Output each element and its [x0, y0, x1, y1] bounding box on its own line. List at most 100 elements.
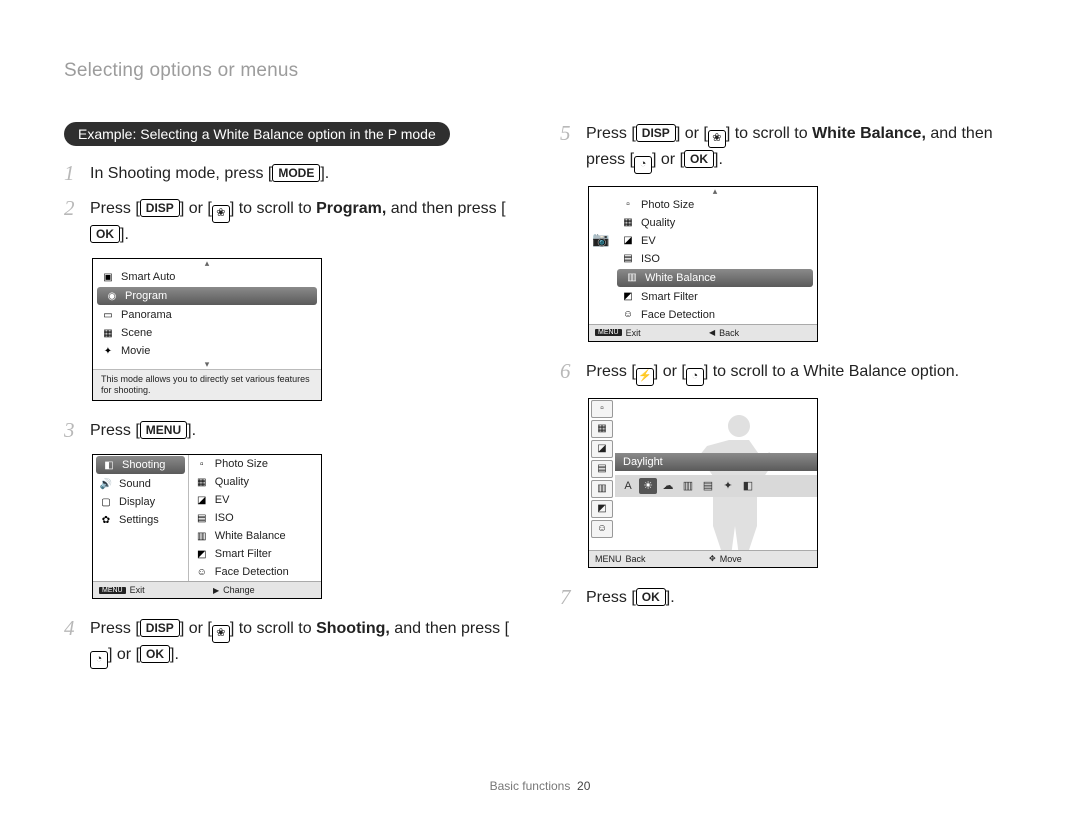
step-text: ]. [120, 226, 129, 243]
list-item-label: ISO [215, 512, 234, 524]
iso-icon: ▤ [195, 512, 209, 524]
footer-right-label: Back [719, 328, 739, 338]
list-item-label: Sound [119, 478, 151, 490]
wb-selected-label: Daylight [615, 453, 817, 471]
list-item: 🔊Sound [93, 475, 188, 493]
step-4: 4 Press [DISP] or [❀] to scroll to Shoot… [64, 617, 520, 669]
step-text: ]. [666, 589, 675, 606]
step-text: ] or [ [180, 620, 212, 637]
list-item-label: Smart Filter [215, 548, 272, 560]
side-icon: ▦ [591, 420, 613, 438]
disp-key: DISP [140, 619, 180, 637]
timer-right-icon: ◔ [90, 651, 108, 669]
list-item-label: Settings [119, 514, 159, 526]
menu-key: MENU [140, 421, 187, 439]
list-item: ▫Photo Size [189, 455, 321, 473]
list-item: ◧Shooting [96, 456, 185, 474]
menu-category-pane: ◧Shooting 🔊Sound ▢Display ✿Settings [93, 455, 189, 581]
list-item-label: Photo Size [641, 199, 694, 211]
wb-auto-icon: A [619, 478, 637, 494]
side-icon: ◩ [591, 500, 613, 518]
step-number: 4 [64, 617, 80, 639]
menu-badge-icon: MENU [99, 587, 126, 594]
page-number: 20 [577, 779, 590, 793]
page-footer: Basic functions 20 [0, 779, 1080, 793]
list-item: ◪EV [189, 491, 321, 509]
step-text: ]. [170, 646, 179, 663]
ok-key: OK [636, 588, 666, 606]
menu-badge-icon: MENU [595, 554, 622, 564]
list-item-label: Program [125, 290, 167, 302]
list-item-label: Shooting [122, 459, 165, 471]
footer-right-label: Move [720, 554, 742, 564]
list-item-label: Scene [121, 327, 152, 339]
step-text: ] or [ [654, 363, 686, 380]
face-icon: ☺ [621, 309, 635, 321]
iso-icon: ▤ [621, 253, 635, 265]
wb-cloudy-icon: ☁ [659, 478, 677, 494]
list-item-label: ISO [641, 253, 660, 265]
list-item: ☺Face Detection [189, 563, 321, 581]
page-header: Selecting options or menus [64, 60, 1016, 82]
tab-column: 📷 [589, 187, 613, 324]
list-item-label: White Balance [215, 530, 286, 542]
list-item-label: Face Detection [641, 309, 715, 321]
list-item: ▤ ISO [613, 250, 817, 268]
step-number: 1 [64, 162, 80, 184]
screen-footer: MENUExit ▶Change [93, 581, 321, 598]
list-item: ▣Smart Auto [93, 268, 321, 286]
screen-footer: MENUExit ◀Back [589, 324, 817, 341]
ev-icon: ◪ [621, 235, 635, 247]
right-column: 5 Press [DISP] or [❀] to scroll to White… [560, 122, 1016, 681]
list-item: ▦ Quality [189, 473, 321, 491]
screen-mode-list: ▴ ▣Smart Auto ◉Program ▭Panorama ▦Scene … [92, 258, 322, 401]
side-icon: ▥ [591, 480, 613, 498]
step-text: ] to scroll to [230, 200, 316, 217]
macro-down-icon: ❀ [212, 625, 230, 643]
screen-main-menu: ◧Shooting 🔊Sound ▢Display ✿Settings ▫Pho… [92, 454, 322, 599]
list-item: ◪EV [613, 232, 817, 250]
list-item: ▭Panorama [93, 306, 321, 324]
camera-icon: 📷 [592, 231, 609, 248]
camera-icon: ▣ [101, 271, 115, 283]
list-item-label: White Balance [645, 272, 716, 284]
step-text: ] to scroll to a White Balance option. [704, 363, 959, 380]
side-icon: ◪ [591, 440, 613, 458]
footer-left-label: Exit [130, 585, 145, 595]
step-text: Press [ [90, 620, 140, 637]
step-target: White Balance, [812, 125, 926, 142]
sidebar-icons: ▫ ▦ ◪ ▤ ▥ ◩ ☺ [589, 399, 615, 545]
display-icon: ▢ [99, 496, 113, 508]
right-arrow-icon: ▶ [213, 586, 219, 595]
list-item: ▦Scene [93, 324, 321, 342]
menu-badge-icon: MENU [595, 329, 622, 336]
footer-section: Basic functions [490, 779, 571, 793]
ok-key: OK [684, 150, 714, 168]
quality-icon: ▦ [195, 476, 209, 488]
wb-custom-icon: ◧ [739, 478, 757, 494]
step-7: 7 Press [OK]. [560, 586, 1016, 609]
scroll-up-icon: ▴ [93, 259, 321, 268]
filter-icon: ◩ [621, 291, 635, 303]
wb-fluorescent-h-icon: ▥ [679, 478, 697, 494]
step-number: 6 [560, 360, 576, 382]
step-3: 3 Press [MENU]. [64, 419, 520, 442]
macro-down-icon: ❀ [212, 205, 230, 223]
wb-icon: ▥ [195, 530, 209, 542]
step-2: 2 Press [DISP] or [❀] to scroll to Progr… [64, 197, 520, 246]
mode-key: MODE [272, 164, 320, 182]
step-text: ] to scroll to [726, 125, 812, 142]
list-item-label: Quality [215, 476, 249, 488]
list-item: ✿Settings [93, 511, 188, 529]
side-icon: ☺ [591, 520, 613, 538]
example-pill: Example: Selecting a White Balance optio… [64, 122, 450, 146]
step-target: Program, [316, 200, 386, 217]
left-column: Example: Selecting a White Balance optio… [64, 122, 520, 681]
step-6: 6 Press [⚡] or [◔] to scroll to a White … [560, 360, 1016, 386]
step-text: ]. [187, 422, 196, 439]
timer-right-icon: ◔ [634, 156, 652, 174]
list-item: ▦Quality [613, 214, 817, 232]
step-text: Press [ [90, 422, 140, 439]
disp-key: DISP [636, 124, 676, 142]
menu-items-pane: ▫Photo Size ▦ Quality ◪EV ▤ ISO ▥ White Bal… [189, 455, 321, 581]
